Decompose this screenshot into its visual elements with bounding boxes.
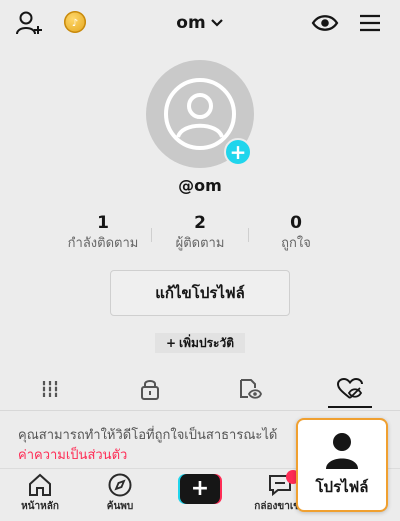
likes-stat[interactable]: 0 ถูกใจ [241, 212, 351, 254]
repost-eye-icon [240, 379, 262, 399]
eye-icon[interactable] [310, 10, 340, 36]
nav-profile-label: โปรไฟล์ [315, 478, 369, 496]
following-stat[interactable]: 1 กำลังติดตาม [48, 212, 158, 254]
nav-home-label: หน้าหลัก [21, 501, 59, 512]
username-label: om [176, 13, 206, 33]
nav-profile[interactable]: โปรไฟล์ [296, 418, 388, 512]
likes-count: 0 [290, 213, 302, 233]
followers-stat[interactable]: 2 ผู้ติดตาม [145, 212, 255, 254]
following-label: กำลังติดตาม [67, 236, 139, 251]
home-icon [29, 473, 51, 496]
following-count: 1 [97, 213, 109, 233]
tab-videos[interactable] [0, 368, 100, 410]
chevron-down-icon [210, 19, 223, 27]
profile-handle: @om [178, 176, 222, 195]
followers-count: 2 [194, 213, 206, 233]
default-avatar-icon [164, 78, 236, 150]
likes-label: ถูกใจ [281, 236, 311, 251]
liked-privacy-notice: คุณสามารถทำให้วิดีโอที่ถูกใจเป็นสาธารณะไ… [18, 428, 278, 443]
content-tabs [0, 368, 400, 411]
tab-liked[interactable] [300, 368, 400, 410]
menu-icon[interactable] [356, 10, 384, 36]
add-bio-label: เพิ่มประวัติ [179, 335, 235, 350]
edit-profile-button[interactable]: แก้ไขโปรไฟล์ [110, 270, 290, 316]
add-friend-icon[interactable] [14, 9, 46, 37]
grid-icon [41, 381, 59, 397]
privacy-settings-link[interactable]: ค่าความเป็นส่วนตัว [18, 444, 127, 465]
active-tab-indicator [328, 406, 372, 408]
coin-icon[interactable]: ♪ [64, 11, 86, 33]
nav-discover-label: ค้นพบ [106, 501, 134, 512]
svg-text:♪: ♪ [72, 18, 78, 29]
followers-label: ผู้ติดตาม [175, 236, 225, 251]
add-bio-plus: + [165, 336, 177, 350]
profile-icon [326, 433, 358, 469]
tab-reposts[interactable] [200, 368, 300, 410]
create-button[interactable]: + [178, 474, 222, 504]
add-photo-button[interactable]: + [224, 138, 252, 166]
liked-hidden-icon [337, 378, 363, 399]
account-switcher[interactable]: om [150, 10, 250, 36]
lock-icon [141, 380, 159, 400]
top-bar: ♪ om [0, 0, 400, 46]
nav-discover[interactable]: ค้นพบ [90, 473, 150, 519]
compass-icon [108, 473, 132, 497]
create-plus: + [180, 474, 220, 504]
add-bio-button[interactable]: + เพิ่มประวัติ [155, 333, 245, 353]
nav-home[interactable]: หน้าหลัก [10, 473, 70, 519]
tab-private[interactable] [100, 368, 200, 410]
